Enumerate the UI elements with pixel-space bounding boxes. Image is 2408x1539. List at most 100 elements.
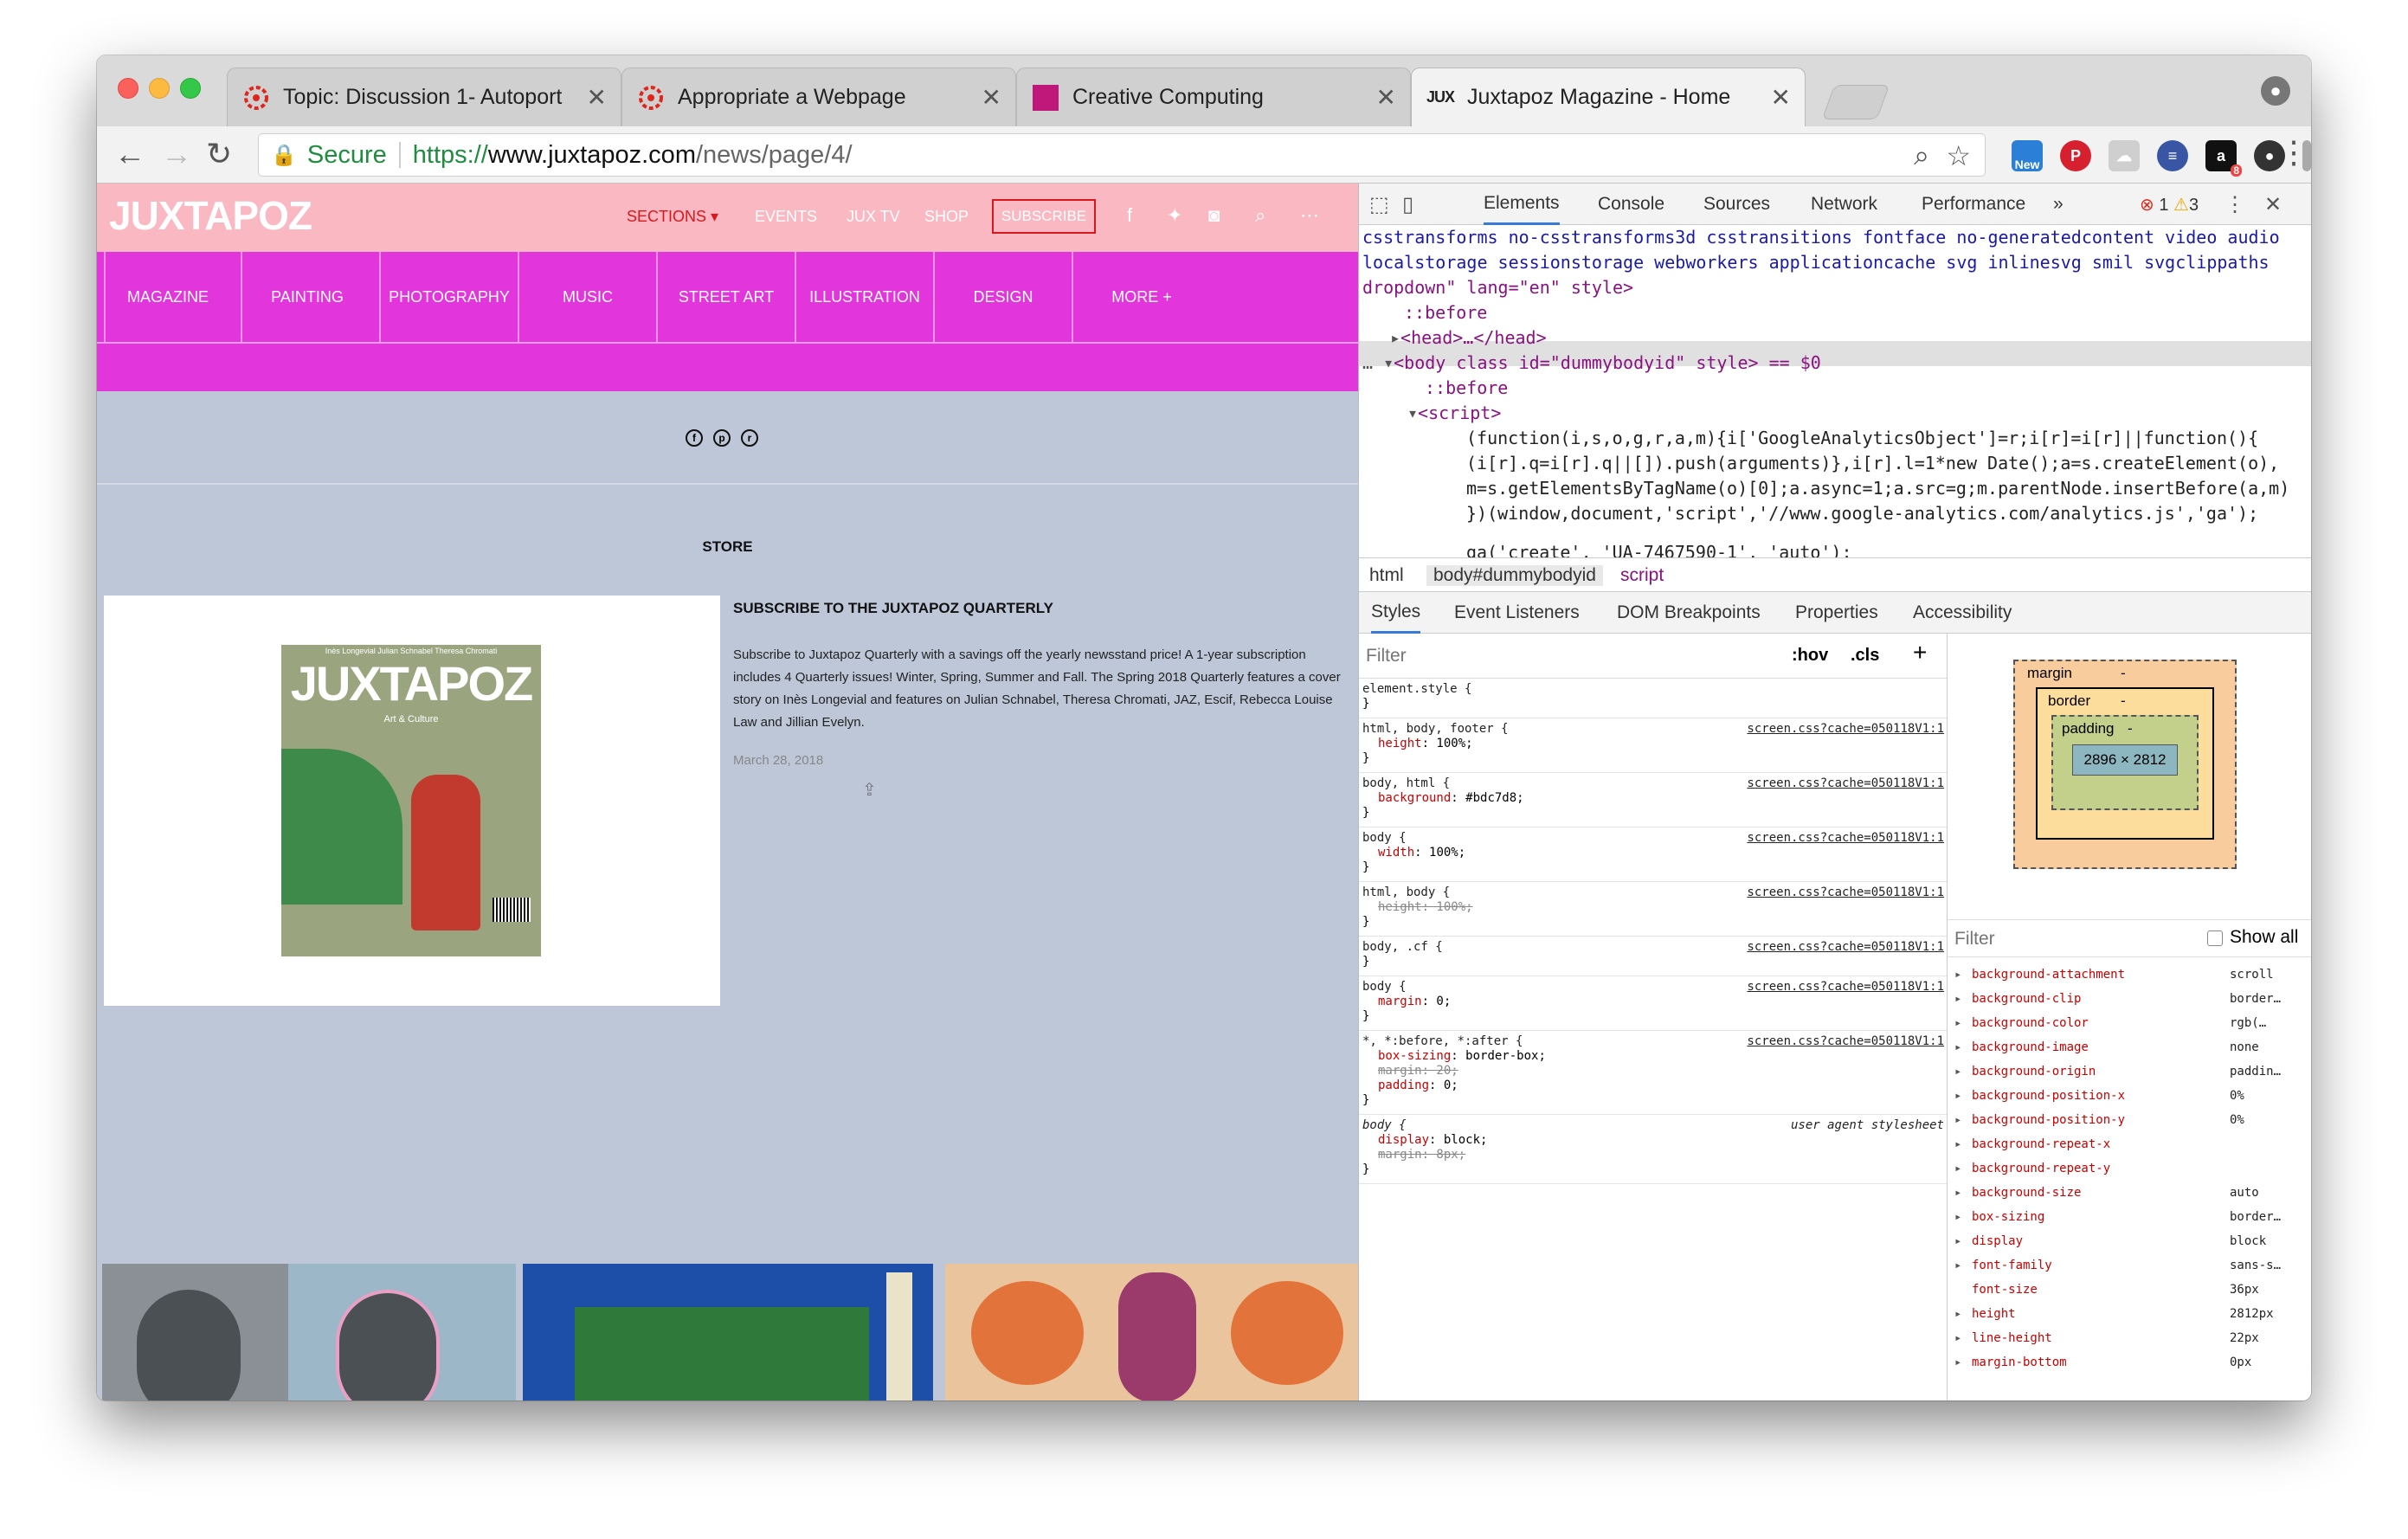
computed-property-row[interactable]: ▸ line-height 22px — [1948, 1326, 2311, 1351]
rule-selector[interactable]: html, body { — [1362, 885, 1450, 900]
dom-line[interactable]: dropdown" lang="en" style> — [1362, 275, 1633, 300]
maximize-window-button[interactable] — [180, 78, 201, 99]
menu-kebab-icon[interactable]: ⋮ — [2278, 135, 2309, 170]
computed-property-row[interactable]: ▸ background-clip border… — [1948, 987, 2311, 1012]
css-declaration[interactable]: width: 100%; — [1378, 846, 1465, 860]
css-declaration[interactable]: display: block; — [1378, 1133, 1487, 1148]
hover-state-toggle[interactable]: :hov — [1792, 646, 1828, 666]
computed-property-row[interactable]: ▸ display block — [1948, 1229, 2311, 1254]
css-declaration[interactable]: margin: 20; — [1378, 1064, 1458, 1079]
tab-accessibility[interactable]: Accessibility — [1913, 592, 2012, 634]
expand-triangle-icon[interactable]: ▸ — [1954, 1350, 1961, 1375]
style-rule[interactable]: *, *:before, *:after {screen.css?cache=0… — [1359, 1031, 1947, 1115]
close-tab-icon[interactable]: ✕ — [587, 83, 607, 112]
crumb-body[interactable]: body#dummybodyid — [1426, 565, 1603, 586]
tab-dom-breakpoints[interactable]: DOM Breakpoints — [1617, 592, 1761, 634]
css-declaration[interactable]: padding: 0; — [1378, 1079, 1458, 1093]
rule-source-link[interactable]: screen.css?cache=050118V1:1 — [1747, 885, 1944, 900]
nav-sections[interactable]: SECTIONS ▾ — [627, 208, 718, 226]
expand-triangle-icon[interactable]: ▸ — [1390, 327, 1400, 348]
dom-line[interactable]: csstransforms no-csstransforms3d csstran… — [1362, 225, 2280, 250]
dom-line[interactable]: ▾<script> — [1407, 401, 1501, 426]
juxtapoz-logo[interactable]: JUXTAPOZ — [109, 192, 312, 239]
tab-discussion[interactable]: Topic: Discussion 1- Autoport ✕ — [227, 68, 621, 126]
rule-source-link[interactable]: screen.css?cache=050118V1:1 — [1747, 776, 1944, 791]
expand-triangle-icon[interactable]: ▸ — [1954, 1035, 1961, 1060]
expand-triangle-icon[interactable]: ▸ — [1954, 1132, 1961, 1157]
dom-line[interactable]: ▸<head>…</head> — [1390, 325, 1547, 351]
rule-source-link[interactable]: screen.css?cache=050118V1:1 — [1747, 940, 1944, 955]
back-arrow-icon[interactable]: ← — [114, 137, 145, 171]
dom-line[interactable]: ::before — [1404, 300, 1487, 325]
dom-line[interactable]: ::before — [1425, 376, 1508, 401]
article-title[interactable]: SUBSCRIBE TO THE JUXTAPOZ QUARTERLY — [733, 600, 1053, 617]
cat-street-art[interactable]: STREET ART — [656, 252, 795, 342]
add-rule-icon[interactable]: + — [1913, 639, 1927, 666]
dom-line[interactable]: })(window,document,'script','//www.googl… — [1466, 501, 2258, 526]
computed-property-row[interactable]: ▸ background-attachment scroll — [1948, 963, 2311, 988]
store-card-image[interactable]: Inès Longevial Julian Schnabel Theresa C… — [104, 596, 720, 1006]
cat-design[interactable]: DESIGN — [933, 252, 1072, 342]
pinterest-icon[interactable]: P — [2060, 140, 2091, 171]
address-bar[interactable]: 🔒 Secure https://www.juxtapoz.com/news/p… — [258, 133, 1986, 177]
close-tab-icon[interactable]: ✕ — [1771, 83, 1791, 112]
thumbnail-window-painting[interactable] — [523, 1264, 933, 1401]
thumbnail-folk-painting[interactable] — [945, 1264, 1358, 1401]
computed-property-row[interactable]: ▸ background-repeat-y — [1948, 1156, 2311, 1182]
dom-line[interactable]: localstorage sessionstorage webworkers a… — [1362, 250, 2270, 275]
tab-properties[interactable]: Properties — [1795, 592, 1878, 634]
tab-styles[interactable]: Styles — [1371, 592, 1421, 634]
new-tab-button[interactable] — [1821, 85, 1890, 119]
box-model-padding[interactable]: padding - 2896 × 2812 — [2051, 715, 2199, 810]
expand-triangle-icon[interactable]: ▸ — [1954, 1253, 1961, 1278]
rule-selector[interactable]: body { — [1362, 1118, 1407, 1133]
style-rule[interactable]: html, body { screen.css?cache=050118V1:1 h… — [1359, 882, 1947, 937]
tab-juxtapoz[interactable]: JUX Juxtapoz Magazine - Home ✕ — [1411, 68, 1806, 126]
twitter-icon[interactable]: ✦ — [1167, 204, 1182, 227]
css-declaration[interactable]: margin: 8px; — [1378, 1148, 1465, 1162]
rule-source-link[interactable]: screen.css?cache=050118V1:1 — [1747, 722, 1944, 737]
computed-property-row[interactable]: ▸ font-family sans-s… — [1948, 1253, 2311, 1278]
error-warning-counter[interactable]: ⊗ 1 ⚠3 — [2140, 194, 2199, 216]
reload-icon[interactable]: ↻ — [206, 137, 232, 171]
rule-selector[interactable]: body, .cf { — [1362, 940, 1443, 955]
close-tab-icon[interactable]: ✕ — [982, 83, 1001, 112]
box-model-content[interactable]: 2896 × 2812 — [2072, 744, 2178, 776]
flag-extension-icon[interactable]: ≡ — [2157, 140, 2188, 171]
amazon-extension-icon[interactable]: a8 — [2205, 140, 2242, 177]
nav-shop[interactable]: SHOP — [924, 208, 969, 226]
reddit-icon[interactable]: r — [741, 429, 758, 447]
dom-line[interactable]: ga('create', 'UA-7467590-1', 'auto'); — [1466, 540, 1852, 557]
zoom-icon[interactable]: ⌕ — [1914, 139, 1929, 172]
rule-selector[interactable]: body { — [1362, 831, 1407, 846]
expand-triangle-icon[interactable]: ▸ — [1954, 1229, 1961, 1254]
style-rule[interactable]: html, body, footer { screen.css?cache=050… — [1359, 718, 1947, 773]
css-declaration[interactable]: margin: 0; — [1378, 995, 1451, 1009]
styles-filter-input[interactable] — [1366, 642, 1764, 670]
computed-property-row[interactable]: ▸ background-color rgb(… — [1948, 1011, 2311, 1036]
cat-photography[interactable]: PHOTOGRAPHY — [379, 252, 518, 342]
search-icon[interactable]: ⌕ — [1255, 204, 1265, 227]
show-all-checkbox[interactable] — [2207, 930, 2223, 946]
nav-juxtv[interactable]: JUX TV — [847, 208, 900, 226]
close-devtools-icon[interactable]: ✕ — [2264, 192, 2282, 217]
tab-performance[interactable]: Performance — [1922, 184, 2025, 225]
cat-more[interactable]: MORE + — [1072, 252, 1210, 342]
close-window-button[interactable] — [118, 78, 138, 99]
profile-avatar-icon[interactable]: ● — [2261, 76, 2290, 106]
expand-triangle-icon[interactable]: ▸ — [1954, 1302, 1961, 1327]
computed-property-row[interactable]: ▸ background-origin paddin… — [1948, 1059, 2311, 1085]
css-declaration[interactable]: height: 100%; — [1378, 900, 1473, 915]
style-rule[interactable]: body { screen.css?cache=050118V1:1 width: … — [1359, 827, 1947, 882]
computed-filter-input[interactable] — [1954, 927, 2179, 951]
cat-illustration[interactable]: ILLUSTRATION — [795, 252, 933, 342]
computed-property-row[interactable]: ▸ background-position-x 0% — [1948, 1084, 2311, 1109]
box-model-margin[interactable]: margin - border - padding - 2896 × 2812 — [2013, 660, 2237, 869]
rule-selector[interactable]: html, body, footer { — [1362, 722, 1509, 737]
rule-selector[interactable]: *, *:before, *:after { — [1362, 1034, 1523, 1049]
computed-property-row[interactable]: ▸ background-position-y 0% — [1948, 1108, 2311, 1133]
cat-music[interactable]: MUSIC — [518, 252, 656, 342]
computed-property-row[interactable]: font-size 36px — [1948, 1278, 2311, 1303]
class-toggle[interactable]: .cls — [1851, 646, 1879, 666]
rule-source-link[interactable]: screen.css?cache=050118V1:1 — [1747, 831, 1944, 846]
